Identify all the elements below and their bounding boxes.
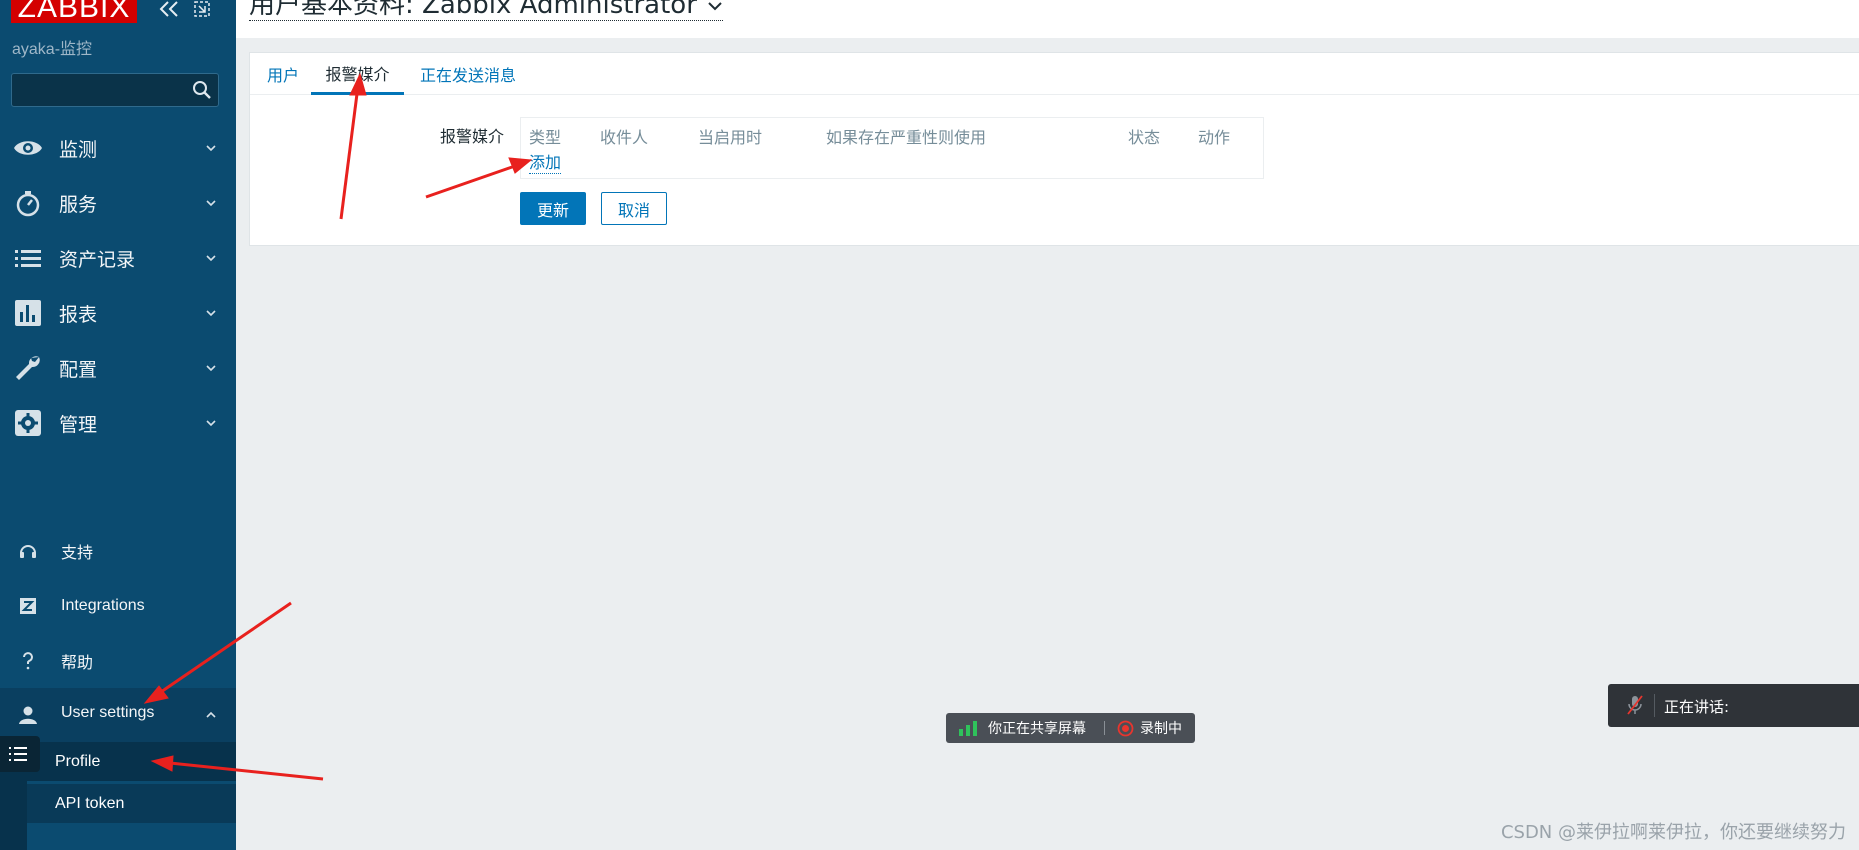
signal-icon [959, 721, 977, 736]
column-header-recipient: 收件人 [600, 128, 649, 147]
zabbix-z-icon [20, 598, 36, 614]
mic-off-icon[interactable] [1626, 694, 1644, 716]
menu-label: 报表 [59, 303, 98, 326]
menu-label: 监测 [59, 138, 98, 161]
recording-status-text: 录制中 [1140, 721, 1182, 737]
menu-item-monitoring[interactable]: 监测 [0, 121, 236, 175]
menu-item-help[interactable]: 帮助 [0, 634, 236, 688]
tab-messaging[interactable]: 正在发送消息 [416, 53, 520, 95]
chevron-down-icon [206, 255, 216, 262]
collapse-sidebar-icon[interactable] [158, 0, 180, 18]
chevron-down-icon [206, 145, 216, 152]
profile-form-panel: 用户 报警媒介 正在发送消息 报警媒介 类型 收件人 当启用时 如果存在严重性则… [249, 52, 1859, 246]
column-header-action: 动作 [1198, 128, 1231, 147]
chevron-down-icon [206, 200, 216, 207]
menu-label: User settings [61, 704, 155, 721]
column-header-severity: 如果存在严重性则使用 [826, 128, 987, 147]
column-header-type: 类型 [529, 128, 562, 147]
bar-chart-icon [15, 300, 41, 326]
search-input[interactable] [12, 74, 182, 106]
menu-label: 支持 [61, 545, 94, 562]
menu-label: 管理 [59, 413, 98, 436]
user-icon [19, 706, 37, 724]
server-name: ayaka-监控 [12, 41, 93, 58]
column-header-when-active: 当启用时 [698, 128, 763, 147]
question-icon [23, 652, 33, 670]
sharing-status-text: 你正在共享屏幕 [988, 721, 1086, 737]
submenu-item-api-token[interactable]: API token [27, 784, 236, 824]
watermark: CSDN @莱伊拉啊莱伊拉，你还要继续努力 [1500, 822, 1846, 843]
menu-item-user-settings[interactable]: User settings [0, 688, 236, 742]
cancel-button[interactable]: 取消 [601, 192, 667, 225]
gear-icon [15, 410, 41, 436]
headset-icon [20, 545, 36, 558]
menu-label: Integrations [61, 597, 145, 614]
tab-bar: 用户 报警媒介 正在发送消息 [250, 53, 1859, 95]
tab-media[interactable]: 报警媒介 [311, 53, 404, 95]
menu-label: 配置 [59, 358, 98, 381]
media-table: 类型 收件人 当启用时 如果存在严重性则使用 状态 动作 添加 [520, 117, 1264, 179]
update-button[interactable]: 更新 [520, 192, 586, 225]
chevron-down-icon [708, 1, 722, 10]
submenu-item-profile[interactable]: Profile [27, 742, 236, 782]
speaking-text: 正在讲话: [1664, 698, 1730, 716]
record-icon [1117, 720, 1134, 737]
floating-list-button[interactable] [0, 736, 40, 772]
list-icon [15, 250, 41, 267]
menu-label: 服务 [59, 193, 98, 216]
menu-item-integrations[interactable]: Integrations [0, 579, 236, 633]
eye-icon [14, 141, 42, 155]
screen-share-bar[interactable]: 你正在共享屏幕 录制中 [946, 713, 1195, 743]
chevron-down-icon [206, 420, 216, 427]
chevron-down-icon [206, 310, 216, 317]
list-icon [9, 747, 27, 761]
search-box [11, 73, 219, 107]
tab-user[interactable]: 用户 [262, 53, 304, 95]
chevron-down-icon [206, 365, 216, 372]
stopwatch-icon [16, 191, 40, 217]
menu-item-configuration[interactable]: 配置 [0, 341, 236, 395]
sidebar: ZABBIX ayaka-监控 监测 服务 资产记录 报表 配置 管理 支持 I… [0, 0, 236, 850]
menu-item-inventory[interactable]: 资产记录 [0, 231, 236, 285]
search-icon[interactable] [192, 80, 212, 100]
menu-item-support[interactable]: 支持 [0, 524, 236, 578]
column-header-status: 状态 [1128, 128, 1161, 147]
media-field-label: 报警媒介 [440, 127, 505, 146]
zabbix-logo[interactable]: ZABBIX [11, 0, 137, 24]
kiosk-mode-icon[interactable] [193, 0, 211, 18]
menu-item-administration[interactable]: 管理 [0, 396, 236, 450]
chevron-up-icon [206, 711, 216, 718]
menu-item-services[interactable]: 服务 [0, 176, 236, 230]
add-media-link[interactable]: 添加 [529, 149, 562, 174]
page-title[interactable]: 用户基本资料: Zabbix Administrator [249, 0, 723, 21]
divider [1104, 721, 1105, 735]
speaking-indicator: 正在讲话: [1608, 684, 1859, 727]
menu-label: 资产记录 [59, 248, 136, 271]
wrench-icon [16, 356, 40, 380]
divider [1654, 694, 1655, 717]
menu-label: 帮助 [61, 655, 94, 672]
page-title-text: 用户基本资料: Zabbix Administrator [249, 0, 697, 20]
menu-item-reports[interactable]: 报表 [0, 286, 236, 340]
